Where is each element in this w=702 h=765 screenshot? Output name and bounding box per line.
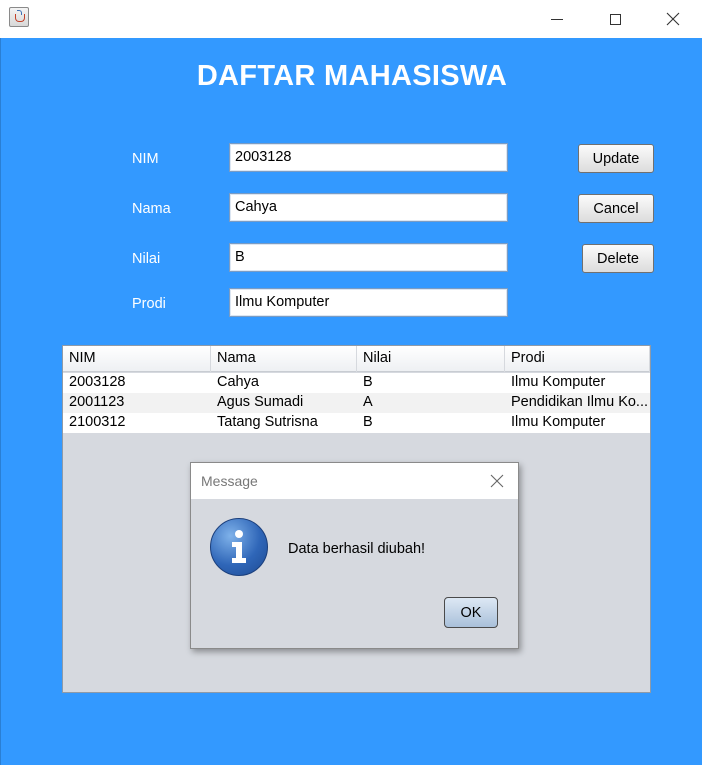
dialog-title-bar: Message [191,463,518,499]
minimize-button[interactable] [534,0,580,38]
info-glyph-icon [232,530,246,563]
cell-prodi: Ilmu Komputer [511,414,606,430]
cell-nilai: B [363,374,373,390]
app-window: DAFTAR MAHASISWA NIM 2003128 Nama Cahya … [0,0,702,765]
dialog-close-icon[interactable] [489,473,505,489]
cancel-button[interactable]: Cancel [578,194,654,223]
cell-prodi: Ilmu Komputer [511,374,606,390]
column-header-nilai[interactable]: Nilai [357,346,505,372]
delete-button[interactable]: Delete [582,244,654,273]
table-body: 2003128 Cahya B Ilmu Komputer 2001123 Ag… [63,373,650,433]
column-header-nama[interactable]: Nama [211,346,357,372]
message-dialog: Message Data berhasil diubah! OK [190,462,519,649]
cell-nilai: B [363,414,373,430]
maximize-icon [609,13,621,25]
column-header-nim[interactable]: NIM [63,346,211,372]
dialog-title: Message [201,473,258,489]
cell-nim: 2003128 [69,374,126,390]
nim-label: NIM [132,151,159,167]
cell-nilai: A [363,394,373,410]
nama-label: Nama [132,201,171,217]
title-bar [0,0,702,38]
update-button[interactable]: Update [578,144,654,173]
java-app-icon [9,7,29,27]
main-panel: DAFTAR MAHASISWA NIM 2003128 Nama Cahya … [0,38,702,765]
column-header-prodi[interactable]: Prodi [505,346,650,372]
close-icon [666,12,680,26]
cell-nama: Cahya [217,374,259,390]
cell-nama: Tatang Sutrisna [217,414,318,430]
prodi-field[interactable]: Ilmu Komputer [229,288,508,317]
table-row[interactable]: 2003128 Cahya B Ilmu Komputer [63,373,650,393]
info-icon [210,518,268,576]
nilai-label: Nilai [132,251,161,267]
nim-field[interactable]: 2003128 [229,143,508,172]
maximize-button[interactable] [592,0,638,38]
nama-field[interactable]: Cahya [229,193,508,222]
table-row[interactable]: 2001123 Agus Sumadi A Pendidikan Ilmu Ko… [63,393,650,413]
dialog-message: Data berhasil diubah! [288,541,426,557]
nilai-field[interactable]: B [229,243,508,272]
close-button[interactable] [650,0,696,38]
minimize-icon [551,18,563,20]
cell-nim: 2001123 [69,394,125,410]
page-title: DAFTAR MAHASISWA [196,60,508,92]
table-header: NIM Nama Nilai Prodi [63,346,650,372]
table-row[interactable]: 2100312 Tatang Sutrisna B Ilmu Komputer [63,413,650,433]
cell-prodi: Pendidikan Ilmu Ko... [511,394,649,410]
ok-button[interactable]: OK [444,597,498,628]
prodi-label: Prodi [132,296,166,312]
cell-nama: Agus Sumadi [217,394,304,410]
cell-nim: 2100312 [69,414,126,430]
